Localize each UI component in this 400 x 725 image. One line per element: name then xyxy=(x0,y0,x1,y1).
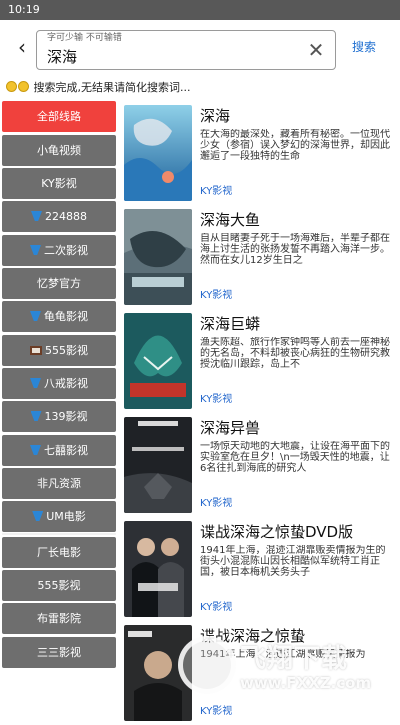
status-bar: 10:19 xyxy=(0,0,400,20)
sidebar-item-label: 全部线路 xyxy=(37,110,81,123)
watermark: 飞翔下载 www.FXXZ.com xyxy=(178,636,388,700)
watermark-brand: 飞翔下载 xyxy=(240,644,349,674)
sidebar-item-label: KY影视 xyxy=(41,177,77,190)
poster-image[interactable] xyxy=(124,521,192,617)
sidebar-item[interactable]: UM电影 xyxy=(2,501,116,532)
sidebar-item[interactable]: 二次影视 xyxy=(2,235,116,266)
search-input[interactable] xyxy=(47,45,297,67)
sidebar-item-label: 龟龟影视 xyxy=(44,310,88,323)
sidebar-item-label: 三三影视 xyxy=(37,646,81,659)
result-card[interactable]: 深海 在大海的最深处，藏着所有秘密。一位现代少女（参宿）误入梦幻的深海世界，却因… xyxy=(122,101,400,205)
result-desc: 渔夫陈超、旅行作家钟鸣等人前去一座神秘的无名岛，不料却被丧心病狂的生物研究教授沈… xyxy=(200,337,390,370)
k-flag-icon xyxy=(30,378,41,388)
watermark-logo-icon xyxy=(178,636,236,694)
result-source: KY影视 xyxy=(200,186,233,197)
sidebar-item[interactable]: 555影视 xyxy=(2,570,116,601)
sidebar-item-label: 555影视 xyxy=(37,579,81,592)
sidebar-item[interactable]: 非凡资源 xyxy=(2,468,116,499)
sidebar-item-label: UM电影 xyxy=(46,510,86,523)
search-hint: 字可少输 不可输错 xyxy=(47,33,122,43)
k-flag-icon xyxy=(30,245,41,255)
search-notice: 搜索完成,无结果请简化搜索词... xyxy=(6,78,191,98)
box-icon xyxy=(30,346,42,355)
result-source: KY影视 xyxy=(200,290,233,301)
watermark-url: www.FXXZ.com xyxy=(240,674,372,692)
sidebar-item-label: 忆梦官方 xyxy=(37,277,81,290)
sidebar-item-label: 厂长电影 xyxy=(37,546,81,559)
result-title[interactable]: 深海异兽 xyxy=(200,417,396,439)
poster-image[interactable] xyxy=(124,209,192,305)
sidebar-item-label: 555影视 xyxy=(45,344,88,357)
sidebar-item-label: 224888 xyxy=(45,210,87,223)
clear-icon[interactable]: ✕ xyxy=(305,39,327,61)
sidebar-item[interactable]: 139影视 xyxy=(2,401,116,432)
k-flag-icon xyxy=(31,211,42,221)
result-card[interactable]: 谍战深海之惊蛰DVD版 1941年上海，混迹江湖靠贩卖情报为生的街头小混混陈山因… xyxy=(122,517,400,621)
poster-image[interactable] xyxy=(124,105,192,201)
sidebar-item-label: 七囍影视 xyxy=(44,444,88,457)
result-card[interactable]: 深海巨蟒 渔夫陈超、旅行作家钟鸣等人前去一座神秘的无名岛，不料却被丧心病狂的生物… xyxy=(122,309,400,413)
sidebar-item[interactable]: 忆梦官方 xyxy=(2,268,116,299)
sidebar-item-label: 二次影视 xyxy=(44,244,88,257)
sidebar-item-label: 小龟视频 xyxy=(37,144,81,157)
sidebar-item[interactable]: 224888 xyxy=(2,201,116,232)
sidebar-item[interactable]: 布雷影院 xyxy=(2,603,116,634)
k-flag-icon xyxy=(30,311,41,321)
k-flag-icon xyxy=(30,411,42,421)
sidebar-item-all[interactable]: 全部线路 xyxy=(2,101,116,132)
sidebar-item-label: 非凡资源 xyxy=(37,477,81,490)
sidebar-item-label: 布雷影院 xyxy=(37,612,81,625)
result-desc: 自从目睹妻子死于一场海难后，半辈子都在海上讨生活的张扬发誓不再踏入海洋一步。然而… xyxy=(200,233,390,266)
sidebar-item[interactable]: 555影视 xyxy=(2,335,116,366)
poster-image[interactable] xyxy=(124,313,192,409)
result-source: KY影视 xyxy=(200,498,233,509)
search-box[interactable]: 字可少输 不可输错 ✕ xyxy=(36,30,336,70)
emoji-icon xyxy=(18,81,29,92)
notice-text: 搜索完成,无结果请简化搜索词... xyxy=(33,81,191,94)
back-arrow-icon[interactable]: ‹ xyxy=(12,36,32,58)
result-desc: 1941年上海，混迹江湖靠贩卖情报为生的街头小混混陈山因长相酷似军统特工肖正国，… xyxy=(200,545,386,578)
k-flag-icon xyxy=(30,445,41,455)
result-desc: 一场惊天动地的大地震，让设在海平面下的实验室危在旦夕！\n一场毁天性的地震，让6… xyxy=(200,441,390,474)
sidebar-item[interactable]: KY影视 xyxy=(2,168,116,199)
status-time: 10:19 xyxy=(8,3,40,16)
result-title[interactable]: 深海巨蟒 xyxy=(200,313,396,335)
sidebar-item[interactable]: 厂长电影 xyxy=(2,537,116,568)
result-source: KY影视 xyxy=(200,706,233,717)
result-title[interactable]: 深海 xyxy=(200,105,396,127)
search-button[interactable]: 搜索 xyxy=(352,38,376,56)
result-title[interactable]: 谍战深海之惊蛰DVD版 xyxy=(200,521,396,543)
k-flag-icon xyxy=(32,511,44,521)
result-card[interactable]: 深海异兽 一场惊天动地的大地震，让设在海平面下的实验室危在旦夕！\n一场毁天性的… xyxy=(122,413,400,517)
sidebar-item[interactable]: 七囍影视 xyxy=(2,435,116,466)
poster-image[interactable] xyxy=(124,417,192,513)
sidebar-item[interactable]: 龟龟影视 xyxy=(2,301,116,332)
result-title[interactable]: 深海大鱼 xyxy=(200,209,396,231)
search-header: ‹ 字可少输 不可输错 ✕ 搜索 xyxy=(0,20,400,76)
sidebar-item-label: 八戒影视 xyxy=(44,377,88,390)
sidebar-item-label: 139影视 xyxy=(44,410,88,423)
sidebar-item[interactable]: 小龟视频 xyxy=(2,135,116,166)
sidebar-item[interactable]: 三三影视 xyxy=(2,637,116,668)
result-source: KY影视 xyxy=(200,394,233,405)
emoji-icon xyxy=(6,81,17,92)
result-card[interactable]: 深海大鱼 自从目睹妻子死于一场海难后，半辈子都在海上讨生活的张扬发誓不再踏入海洋… xyxy=(122,205,400,309)
sidebar-divider xyxy=(2,533,116,535)
result-source: KY影视 xyxy=(200,602,233,613)
result-desc: 在大海的最深处，藏着所有秘密。一位现代少女（参宿）误入梦幻的深海世界，却因此邂逅… xyxy=(200,129,390,162)
sidebar-item[interactable]: 八戒影视 xyxy=(2,368,116,399)
